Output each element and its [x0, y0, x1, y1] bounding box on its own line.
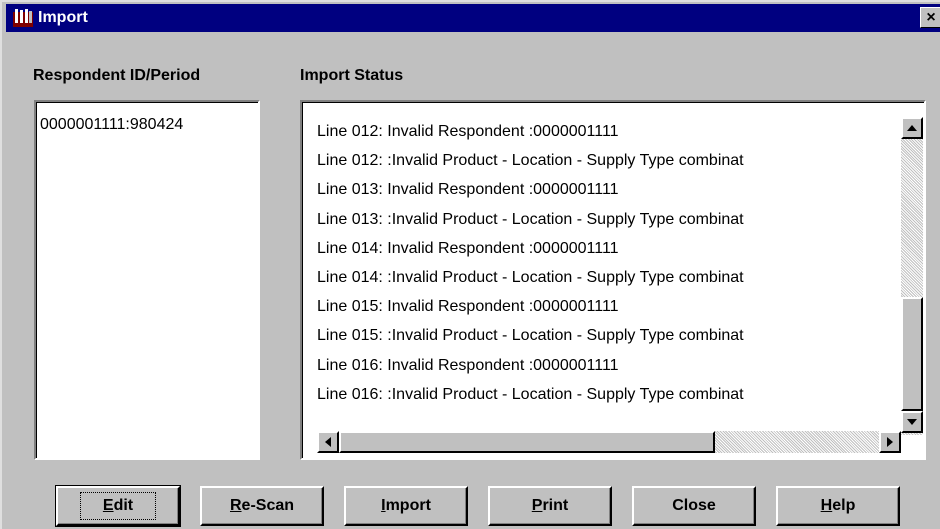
- window-title: Import: [38, 9, 88, 26]
- scroll-right-button[interactable]: [879, 431, 901, 453]
- scroll-up-button[interactable]: [901, 117, 923, 139]
- import-status-label: Import Status: [300, 67, 404, 84]
- close-icon: ×: [926, 9, 936, 26]
- status-line[interactable]: Line 013: Invalid Respondent :0000001111: [317, 175, 902, 204]
- horizontal-scrollbar[interactable]: [317, 431, 901, 453]
- import-label: mport: [385, 497, 431, 514]
- close-window-button[interactable]: ×: [920, 7, 940, 28]
- rescan-mnemonic: R: [229, 497, 242, 514]
- vertical-scroll-thumb[interactable]: [901, 297, 923, 411]
- import-button[interactable]: Import: [344, 486, 468, 526]
- focus-rect: Edit: [79, 492, 157, 520]
- arrow-down-icon: [907, 419, 917, 425]
- status-line[interactable]: Line 015: :Invalid Product - Location - …: [317, 321, 902, 350]
- close-button[interactable]: Close: [632, 486, 756, 526]
- vertical-scrollbar[interactable]: [901, 117, 923, 435]
- import-status-list[interactable]: Line 012: Invalid Respondent :0000001111…: [300, 100, 926, 460]
- status-line[interactable]: Line 015: Invalid Respondent :0000001111: [317, 292, 902, 321]
- status-line[interactable]: Line 016: Invalid Respondent :0000001111: [317, 351, 902, 380]
- title-bar: Import ×: [6, 4, 940, 32]
- respondent-label: Respondent ID/Period: [33, 67, 201, 84]
- respondent-list[interactable]: 0000001111:980424: [34, 100, 260, 460]
- arrow-up-icon: [907, 125, 917, 131]
- status-line[interactable]: Line 014: :Invalid Product - Location - …: [317, 263, 902, 292]
- list-item[interactable]: 0000001111:980424: [40, 116, 183, 134]
- status-line[interactable]: Line 016: :Invalid Product - Location - …: [317, 380, 902, 409]
- print-button[interactable]: Print: [488, 486, 612, 526]
- import-dialog: Import × Respondent ID/Period Import Sta…: [0, 0, 940, 529]
- help-button[interactable]: Help: [776, 486, 900, 526]
- status-line[interactable]: Line 012: :Invalid Product - Location - …: [317, 146, 902, 175]
- help-label: elp: [832, 497, 856, 514]
- horizontal-scroll-thumb[interactable]: [339, 431, 715, 453]
- edit-button[interactable]: Edit: [55, 485, 181, 527]
- scroll-left-button[interactable]: [317, 431, 339, 453]
- rescan-label: e-Scan: [241, 497, 295, 514]
- edit-label: dit: [113, 497, 134, 514]
- scroll-down-button[interactable]: [901, 411, 923, 433]
- status-line[interactable]: Line 014: Invalid Respondent :0000001111: [317, 234, 902, 263]
- edit-mnemonic: E: [102, 497, 114, 514]
- help-mnemonic: H: [820, 497, 833, 514]
- import-app-icon: [12, 8, 34, 28]
- rescan-button[interactable]: Re-Scan: [200, 486, 324, 526]
- close-label: Close: [672, 497, 716, 514]
- status-lines: Line 012: Invalid Respondent :0000001111…: [317, 117, 902, 429]
- print-label: rint: [542, 497, 569, 514]
- arrow-right-icon: [887, 437, 893, 447]
- print-mnemonic: P: [531, 497, 543, 514]
- arrow-left-icon: [325, 437, 331, 447]
- status-line[interactable]: Line 013: :Invalid Product - Location - …: [317, 205, 902, 234]
- status-line[interactable]: Line 012: Invalid Respondent :0000001111: [317, 117, 902, 146]
